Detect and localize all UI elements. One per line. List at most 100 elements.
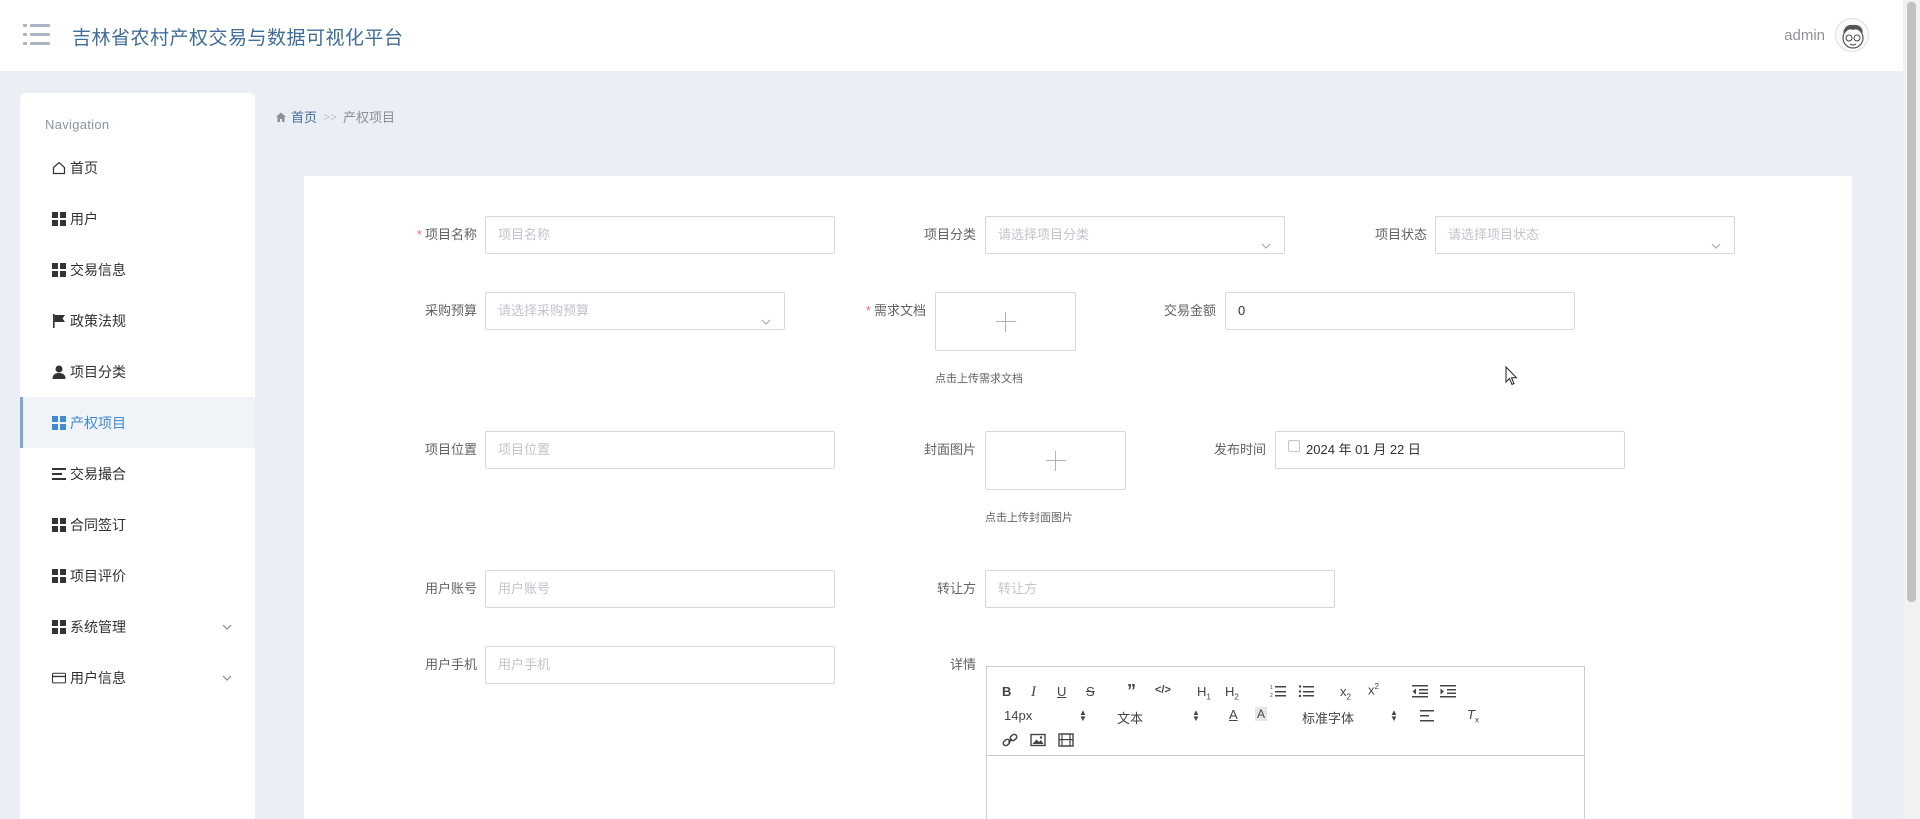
sidebar-item-user-info[interactable]: 用户信息 [20,652,255,703]
editor-content-area[interactable] [987,757,1584,819]
header-type-select[interactable]: 文本 ▲ ▼ [1117,708,1200,727]
scrollbar-thumb[interactable] [1907,2,1916,602]
cover-image-hint: 点击上传封面图片 [985,512,1073,524]
superscript-icon[interactable]: x2 [1368,682,1379,697]
publish-time-value: 2024 年 01 月 22 日 [1306,442,1421,457]
publish-time-picker[interactable]: 2024 年 01 月 22 日 [1275,431,1625,469]
user-icon [52,365,66,379]
cover-image-label: 封面图片 [923,442,976,457]
font-size-value: 14px [1004,708,1033,723]
avatar[interactable] [1835,18,1869,52]
font-color-icon[interactable]: A [1229,707,1238,722]
home-icon [275,111,287,123]
trade-amount-input[interactable]: 0 [1225,292,1575,330]
up-down-arrow-icon: ▲ ▼ [1192,708,1200,723]
project-location-input[interactable]: 项目位置 [485,431,835,469]
sidebar-item-label: 首页 [70,159,98,176]
ordered-list-icon[interactable]: 12 [1270,684,1286,701]
header-1-icon[interactable]: H1 [1197,684,1211,702]
chevron-down-icon [1710,230,1722,266]
breadcrumb-home[interactable]: 首页 [275,107,317,126]
sidebar-item-label: 合同签订 [70,516,126,533]
grid-icon [52,568,66,583]
flag-icon [52,313,66,328]
chevron-down-icon [1260,230,1272,266]
project-category-label: 项目分类 [923,227,976,242]
outdent-icon[interactable] [1412,684,1428,701]
grid-icon [52,262,66,277]
background-color-icon[interactable]: A [1255,707,1268,721]
sidebar: Navigation 首页 用户 交易信息 政策法规 项目分类 产权项目 交易撮… [20,93,255,819]
sidebar-item-label: 政策法规 [70,312,126,329]
font-family-select[interactable]: 标准字体 ▲ ▼ [1302,708,1398,727]
purchase-budget-select[interactable]: 请选择采购预算 [485,292,785,330]
page-scrollbar[interactable] [1903,0,1920,819]
project-status-select[interactable]: 请选择项目状态 [1435,216,1735,254]
link-icon[interactable] [1002,733,1018,750]
svg-text:1: 1 [1270,685,1273,691]
sidebar-item-property-projects[interactable]: 产权项目 [20,397,255,448]
transferor-label: 转让方 [936,581,976,596]
sidebar-item-system-management[interactable]: 系统管理 [20,601,255,652]
chevron-down-icon[interactable] [221,671,233,687]
grid-icon [52,619,66,634]
font-size-select[interactable]: 14px ▲ ▼ [1004,708,1087,723]
sidebar-item-label: 项目评价 [70,567,126,584]
breadcrumb-home-label[interactable]: 首页 [291,107,317,126]
chevron-down-icon[interactable] [221,620,233,636]
project-status-label: 项目状态 [1374,227,1427,242]
header-type-value: 文本 [1117,711,1144,726]
purchase-budget-label: 采购预算 [424,303,477,318]
sidebar-item-contract[interactable]: 合同签订 [20,499,255,550]
cover-image-upload[interactable] [985,431,1126,490]
project-category-select[interactable]: 请选择项目分类 [985,216,1285,254]
header-2-icon[interactable]: H2 [1225,684,1239,702]
sidebar-item-users[interactable]: 用户 [20,193,255,244]
editor-toolbar: B I U S ” </> H1 H2 12 x2 x2 14px ▲ ▼ 文本 … [987,667,1584,756]
sidebar-item-project-category[interactable]: 项目分类 [20,346,255,397]
indent-icon[interactable] [1440,684,1456,701]
sidebar-item-trade-info[interactable]: 交易信息 [20,244,255,295]
calendar-icon [1288,440,1300,452]
sidebar-item-label: 用户信息 [70,669,126,686]
bullet-list-icon[interactable] [1298,684,1314,701]
user-phone-input[interactable]: 用户手机 [485,646,835,684]
plus-icon [995,311,1016,332]
breadcrumb: 首页 >> 产权项目 [275,107,395,126]
nav-list: 首页 用户 交易信息 政策法规 项目分类 产权项目 交易撮合 合同签订 项目评价… [20,142,255,703]
breadcrumb-separator: >> [323,109,338,124]
strikethrough-icon[interactable]: S [1086,684,1095,699]
user-name[interactable]: admin [1784,27,1825,44]
transferor-input[interactable]: 转让方 [985,570,1335,608]
sidebar-item-project-review[interactable]: 项目评价 [20,550,255,601]
grid-icon [52,211,66,226]
project-category-placeholder: 请选择项目分类 [998,227,1090,242]
align-icon[interactable] [1420,709,1436,726]
project-location-label: 项目位置 [424,442,477,457]
breadcrumb-current: 产权项目 [343,110,396,125]
video-icon[interactable] [1058,733,1074,750]
requirement-doc-upload[interactable] [935,292,1076,351]
user-account-label: 用户账号 [424,581,477,596]
sidebar-item-label: 交易信息 [70,261,126,278]
plus-icon [1045,450,1066,471]
clear-format-icon[interactable]: Tx [1467,707,1479,725]
subscript-icon[interactable]: x2 [1340,684,1351,702]
project-name-input[interactable]: 项目名称 [485,216,835,254]
user-account-input[interactable]: 用户账号 [485,570,835,608]
sidebar-item-trade-matching[interactable]: 交易撮合 [20,448,255,499]
list-icon [52,467,66,481]
image-icon[interactable] [1030,733,1046,750]
details-label: 详情 [949,657,976,672]
italic-icon[interactable]: I [1031,684,1036,701]
sidebar-item-label: 系统管理 [70,618,126,635]
blockquote-icon[interactable]: ” [1127,681,1136,702]
bold-icon[interactable]: B [1002,684,1011,699]
sidebar-item-policy[interactable]: 政策法规 [20,295,255,346]
sidebar-item-home[interactable]: 首页 [20,142,255,193]
menu-toggle-icon[interactable] [23,24,50,46]
code-block-icon[interactable]: </> [1155,684,1171,696]
user-menu[interactable]: admin [1784,18,1869,52]
underline-icon[interactable]: U [1057,684,1066,699]
up-down-arrow-icon: ▲ ▼ [1390,708,1398,723]
